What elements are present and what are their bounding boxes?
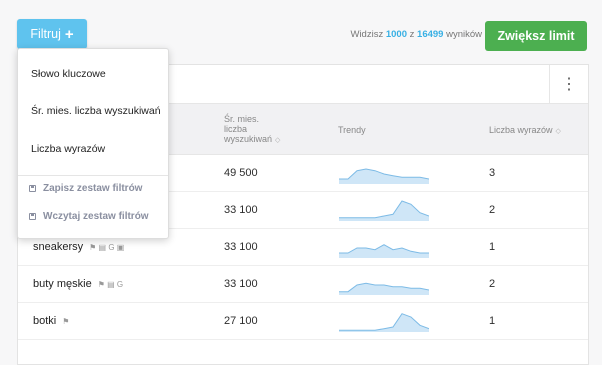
serp-features-icon: ⚑ [62, 316, 70, 326]
keyword-text: buty męskie [33, 278, 92, 290]
serp-features-icon: ⚑ ▤ G [97, 279, 124, 289]
save-icon [29, 213, 36, 220]
keyword-text: botki [33, 315, 57, 327]
table-row[interactable]: botki ⚑ 27 100 1 [18, 303, 588, 340]
filter-button-label: Filtruj [30, 27, 61, 41]
filter-dropdown-menu: Słowo kluczowe Śr. mies. liczba wyszukiw… [17, 48, 169, 239]
trend-sparkline [339, 168, 429, 184]
header-volume[interactable]: Śr. mies. liczba wyszukiwań ◇ [224, 114, 280, 146]
volume-cell: 33 100 [224, 278, 258, 290]
more-options-icon[interactable]: ⋮ [549, 65, 588, 103]
volume-cell: 33 100 [224, 241, 258, 253]
header-words[interactable]: Liczba wyrazów ◇ [489, 125, 561, 137]
volume-cell: 33 100 [224, 204, 258, 216]
trend-sparkline [339, 282, 429, 295]
trend-sparkline [339, 244, 429, 258]
volume-cell: 49 500 [224, 167, 258, 179]
table-row[interactable]: buty męskie ⚑ ▤ G 33 100 2 [18, 266, 588, 303]
word-count-cell: 2 [489, 204, 496, 216]
total-count: 16499 [417, 29, 444, 40]
filter-option-volume[interactable]: Śr. mies. liczba wyszukiwań [31, 105, 161, 117]
trend-sparkline [339, 200, 429, 221]
divider [18, 175, 168, 176]
load-filter-set-button[interactable]: Wczytaj zestaw filtrów [29, 211, 149, 222]
trend-area [339, 244, 429, 258]
sort-icon: ◇ [555, 128, 561, 135]
trend-area [339, 169, 429, 184]
save-filter-set-button[interactable]: Zapisz zestaw filtrów [29, 183, 142, 194]
word-count-cell: 1 [489, 315, 496, 327]
save-icon [29, 185, 36, 192]
header-trend: Trendy [338, 125, 366, 135]
word-count-cell: 2 [489, 278, 496, 290]
keyword-text: sneakersy [33, 241, 84, 253]
word-count-cell: 1 [489, 241, 496, 253]
filter-option-keyword[interactable]: Słowo kluczowe [31, 68, 106, 80]
volume-cell: 27 100 [224, 315, 258, 327]
trend-area [339, 313, 429, 332]
sort-icon: ◇ [275, 137, 281, 144]
plus-icon: + [64, 25, 74, 43]
results-count: Widzisz 1000 z 16499 wyników [350, 29, 482, 40]
word-count-cell: 3 [489, 167, 496, 179]
filter-button[interactable]: Filtruj + [17, 19, 87, 49]
keyword-cell: buty męskie ⚑ ▤ G [33, 266, 123, 302]
serp-features-icon: ⚑ ▤ G ▣ [89, 242, 125, 252]
keyword-cell: botki ⚑ [33, 303, 69, 339]
filter-option-word-count[interactable]: Liczba wyrazów [31, 143, 105, 155]
shown-count: 1000 [385, 29, 407, 40]
increase-limit-button[interactable]: Zwiększ limit [485, 21, 587, 51]
trend-sparkline [339, 313, 429, 332]
